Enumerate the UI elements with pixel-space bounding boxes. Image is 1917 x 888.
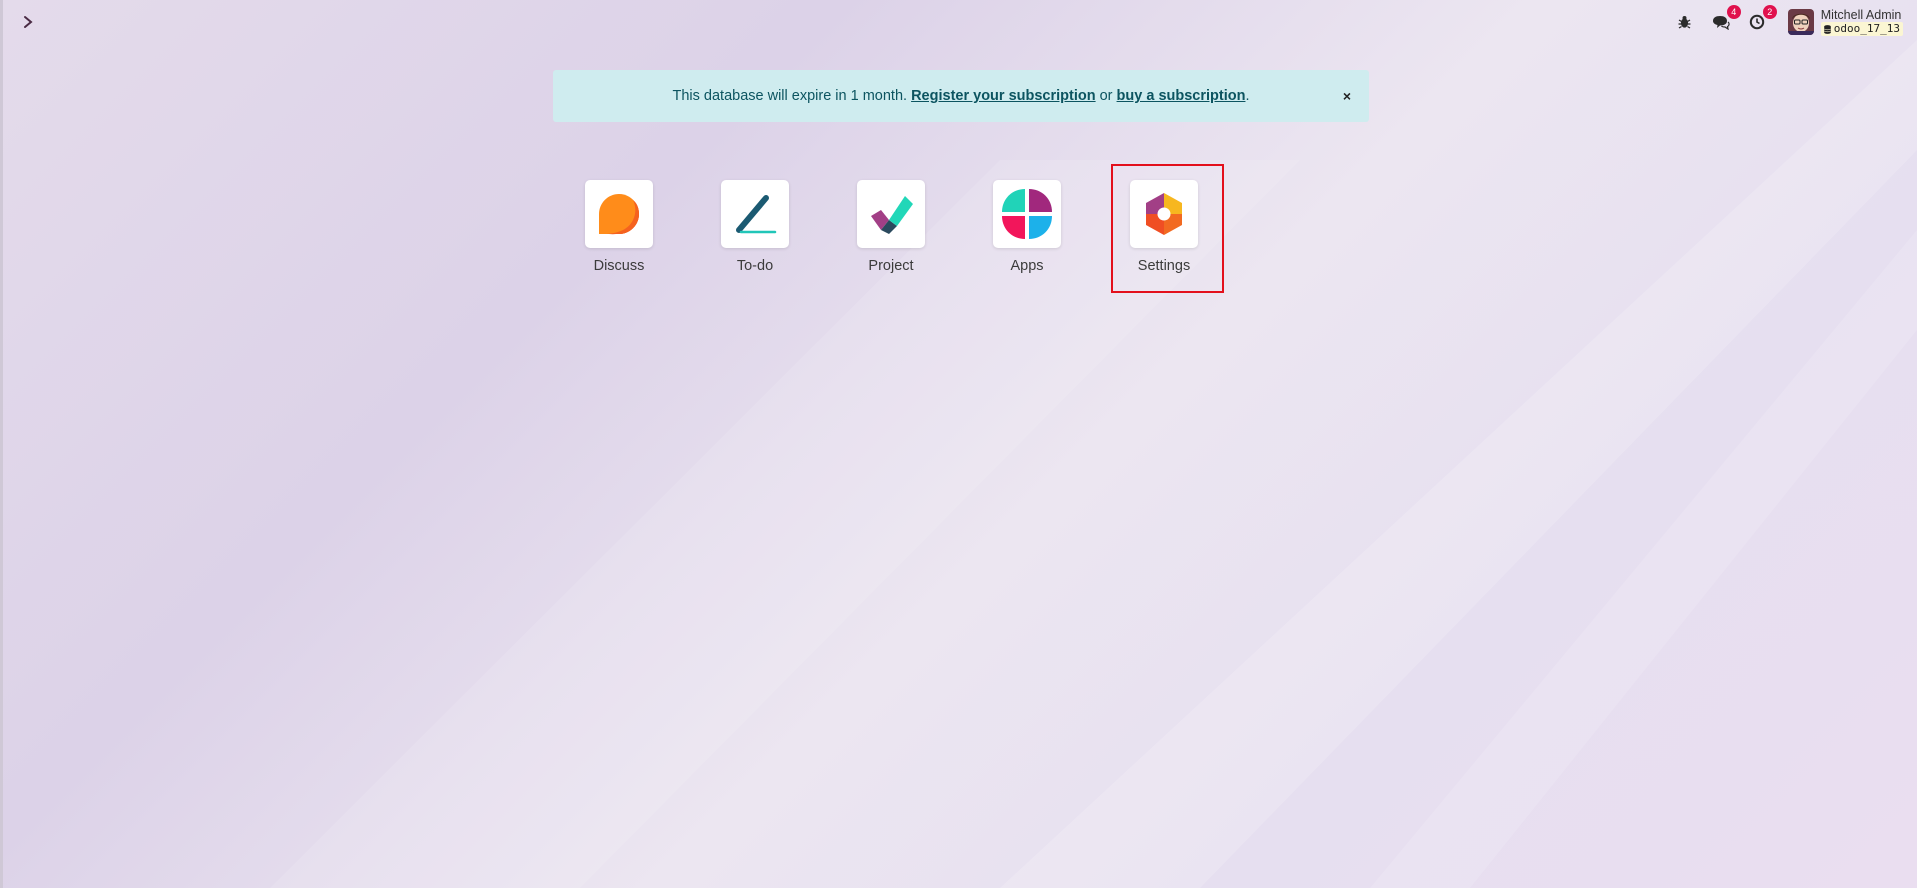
banner-text: This database will expire in 1 month. Re… [673,88,1250,104]
app-label: Project [868,258,914,274]
app-label: To-do [736,258,774,274]
buy-subscription-link[interactable]: buy a subscription [1117,88,1246,104]
database-name-label: odoo_17_13 [1833,22,1900,35]
chevron-right-icon [24,16,33,28]
debug-button[interactable] [1674,11,1696,33]
systray: 4 2 Mitchell Admin odoo_17_13 [1660,5,1903,36]
app-project[interactable]: Project [841,180,941,274]
app-apps[interactable]: Apps [977,180,1077,274]
user-menu[interactable]: Mitchell Admin odoo_17_13 [1787,8,1903,36]
app-settings[interactable]: Settings [1114,180,1214,274]
register-subscription-link[interactable]: Register your subscription [911,88,1096,104]
messages-badge: 4 [1726,5,1741,19]
todo-icon [736,195,777,234]
avatar [1787,9,1814,35]
activities-button[interactable]: 2 [1746,5,1777,33]
database-icon [1823,24,1831,34]
app-label: Apps [1010,258,1044,274]
project-icon [871,196,913,234]
app-discuss[interactable]: Discuss [569,180,669,274]
user-name: Mitchell Admin [1820,8,1902,22]
menu-toggle-button[interactable] [16,10,40,34]
messages-button[interactable]: 4 [1710,5,1741,33]
banner-text-after: . [1245,88,1250,104]
database-name: odoo_17_13 [1820,22,1903,36]
expiration-banner: This database will expire in 1 month. Re… [553,70,1369,122]
settings-icon [1146,193,1182,235]
app-label: Settings [1137,258,1191,274]
banner-text-middle: or [1095,88,1117,104]
clock-icon [1749,14,1764,30]
app-tile [721,180,789,248]
app-label: Discuss [593,258,645,274]
banner-text-before: This database will expire in 1 month. [672,88,912,104]
app-todo[interactable]: To-do [705,180,805,274]
apps-icon [1002,189,1052,239]
activities-badge: 2 [1762,5,1777,19]
bug-icon [1678,16,1691,29]
app-tile [993,180,1061,248]
discuss-icon [599,194,639,235]
app-tile [857,180,925,248]
app-tile [585,180,653,248]
chat-icon [1712,15,1730,30]
background-decoration [270,40,1917,888]
app-tile [1130,180,1198,248]
window-edge [0,0,3,888]
banner-close-button[interactable]: × [1343,88,1351,104]
